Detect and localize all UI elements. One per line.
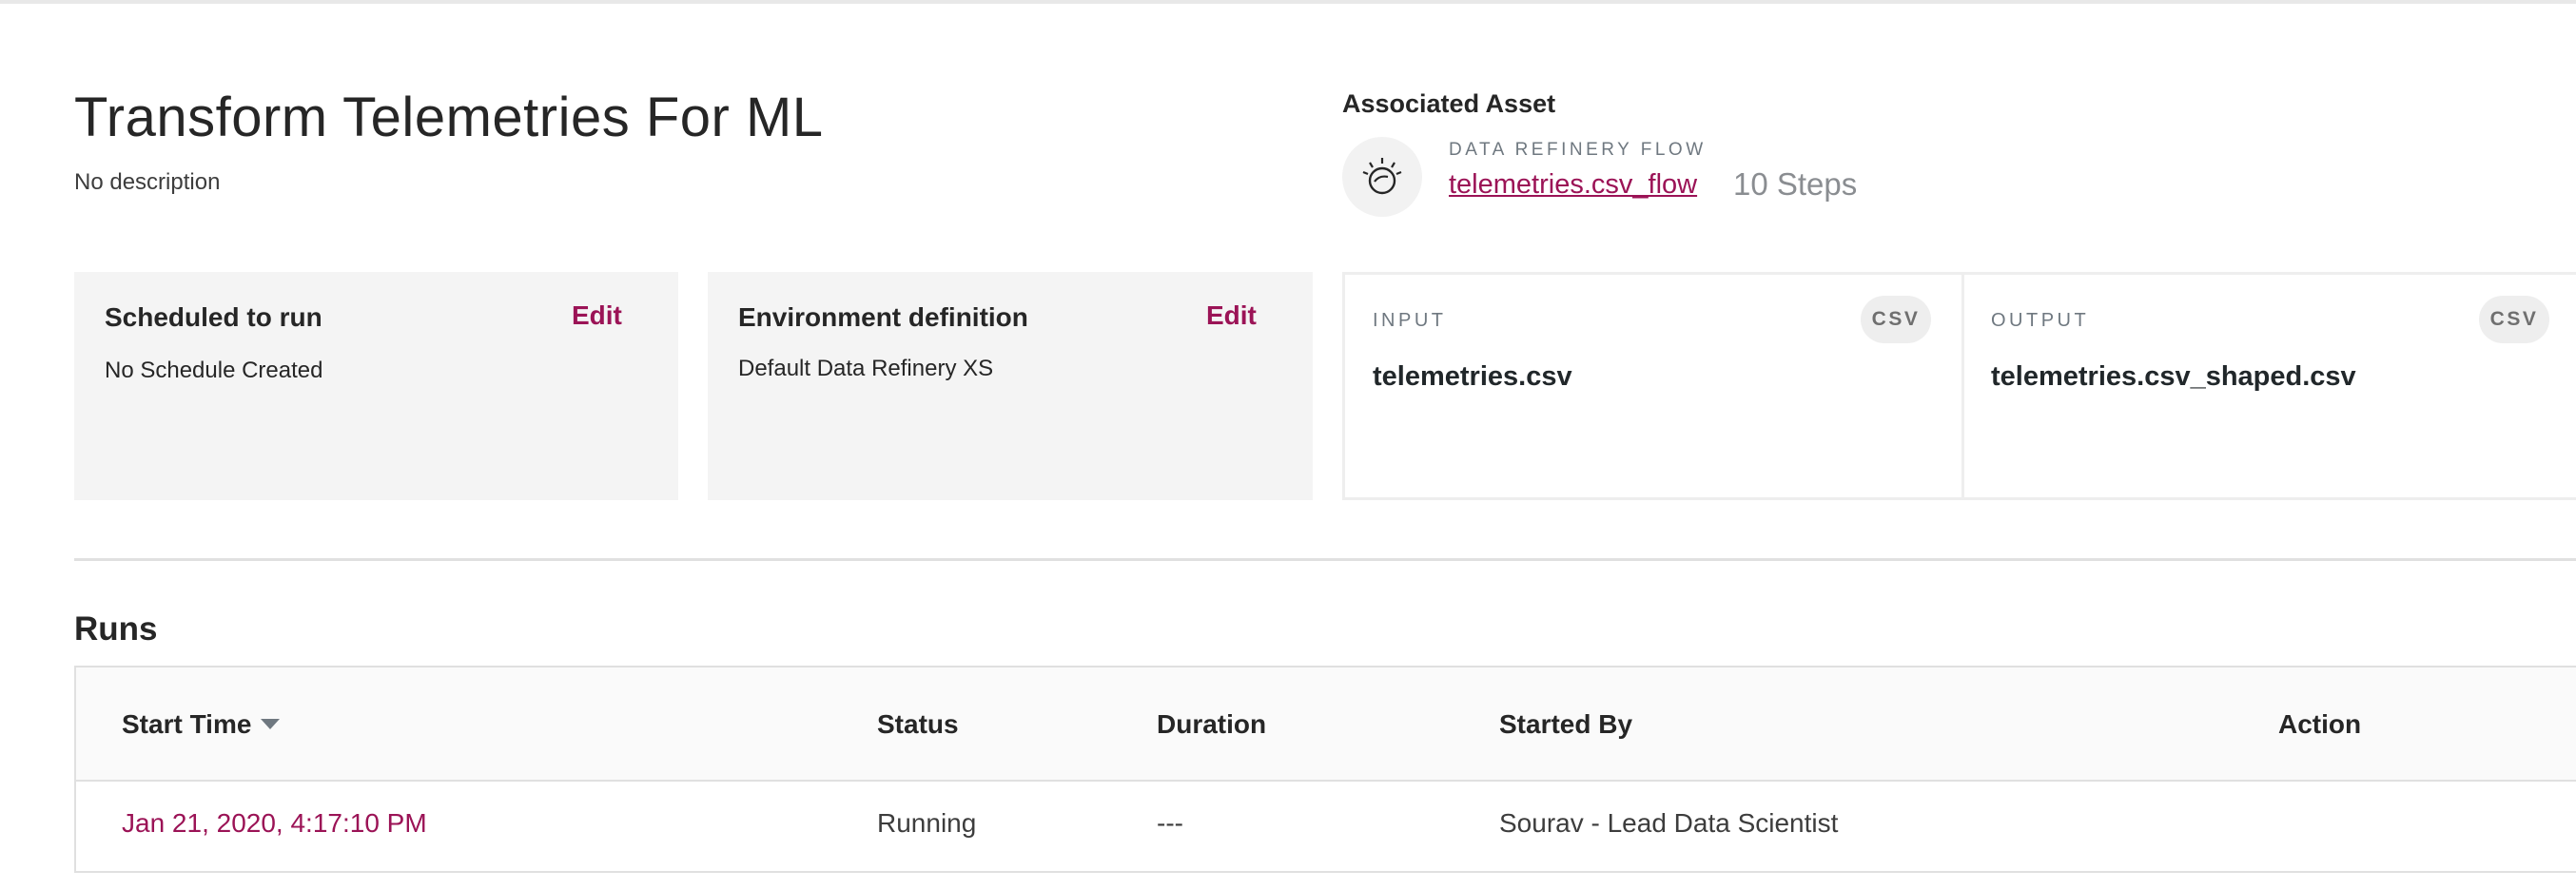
runs-heading: Runs — [74, 610, 158, 648]
io-divider — [1961, 275, 1964, 497]
schedule-card: Scheduled to run Edit No Schedule Create… — [74, 272, 678, 500]
flow-link[interactable]: telemetries.csv_flow — [1449, 167, 1697, 202]
data-refinery-icon — [1342, 137, 1422, 217]
edit-environment-button[interactable]: Edit — [1206, 299, 1257, 333]
column-duration[interactable]: Duration — [1157, 707, 1266, 742]
section-divider — [74, 558, 2576, 561]
environment-value: Default Data Refinery XS — [738, 356, 994, 381]
schedule-card-title: Scheduled to run — [105, 302, 322, 332]
run-status: Running — [877, 808, 977, 838]
job-description: No description — [74, 169, 221, 195]
output-label: OUTPUT — [1991, 310, 2090, 331]
runs-table-header: Start Time Status Duration Started By Ac… — [76, 668, 2576, 782]
column-started-by[interactable]: Started By — [1499, 707, 1632, 742]
run-started-by: Sourav - Lead Data Scientist — [1499, 808, 1839, 838]
input-format-badge: CSV — [1861, 296, 1931, 343]
environment-card-title: Environment definition — [738, 302, 1028, 332]
page-title: Transform Telemetries For ML — [74, 87, 824, 148]
run-start-time-link[interactable]: Jan 21, 2020, 4:17:10 PM — [122, 806, 427, 841]
column-status[interactable]: Status — [877, 707, 959, 742]
edit-schedule-button[interactable]: Edit — [572, 299, 622, 333]
input-output-panel: INPUT CSV telemetries.csv OUTPUT CSV tel… — [1342, 272, 2576, 500]
column-action: Action — [2278, 709, 2362, 739]
output-file-name: telemetries.csv_shaped.csv — [1991, 361, 2356, 392]
run-duration: --- — [1157, 808, 1183, 838]
schedule-value: No Schedule Created — [105, 358, 323, 383]
sort-descending-icon[interactable] — [261, 719, 281, 730]
asset-type-label: DATA REFINERY FLOW — [1449, 140, 1707, 160]
output-format-badge: CSV — [2479, 296, 2549, 343]
associated-asset-heading: Associated Asset — [1342, 89, 1556, 118]
input-file-name: telemetries.csv — [1373, 361, 1572, 392]
flow-steps-count: 10 Steps — [1733, 166, 1858, 202]
top-border — [0, 0, 2576, 4]
column-start-time[interactable]: Start Time — [122, 707, 281, 742]
input-label: INPUT — [1373, 310, 1447, 331]
environment-card: Environment definition Edit Default Data… — [708, 272, 1313, 500]
column-start-time-label: Start Time — [122, 709, 252, 739]
runs-table: Start Time Status Duration Started By Ac… — [74, 666, 2576, 873]
